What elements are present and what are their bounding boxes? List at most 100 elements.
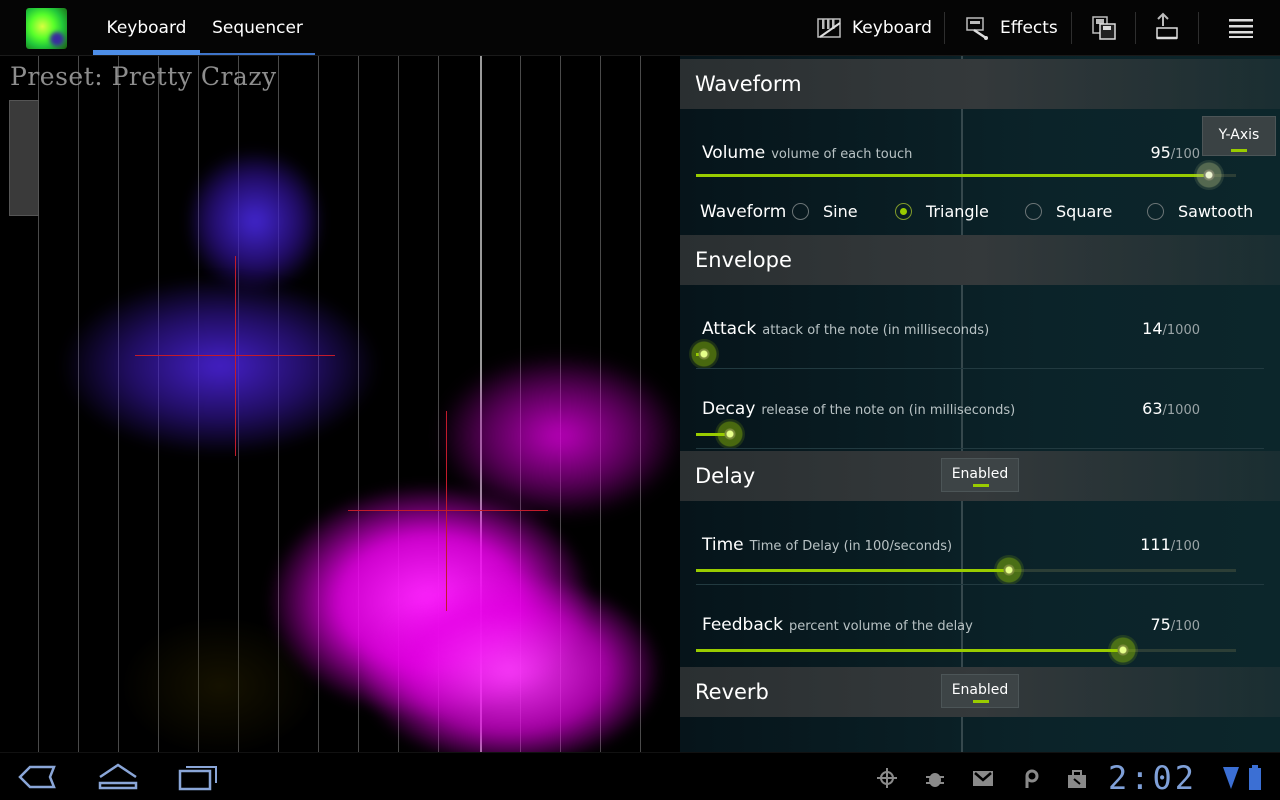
wifi-signal-icon — [1223, 767, 1239, 789]
clock[interactable]: 2:02 — [1108, 759, 1197, 797]
radio-label: Triangle — [926, 202, 989, 221]
effects-action-button[interactable]: Effects — [964, 0, 1058, 56]
volume-value: 95/100 — [1150, 143, 1200, 162]
delay-feedback-row: Feedback percent volume of the delay 75/1… — [680, 585, 1280, 665]
section-title: Envelope — [695, 248, 792, 272]
effects-action-label: Effects — [1000, 18, 1058, 38]
section-reverb-header: Reverb Enabled — [680, 667, 1280, 717]
section-title: Reverb — [695, 680, 769, 704]
overflow-menu-icon[interactable] — [1228, 16, 1254, 40]
radio-label: Square — [1056, 202, 1113, 221]
radio-label: Sine — [823, 202, 858, 221]
time-description: Time of Delay (in 100/seconds) — [749, 539, 953, 554]
radio-sine[interactable]: Sine — [792, 202, 858, 221]
decay-slider[interactable] — [696, 419, 1236, 449]
waveform-selector: Waveform Sine Triangle Square Sawtooth — [680, 196, 1280, 236]
touch-crosshair — [348, 510, 548, 511]
radio-sawtooth[interactable]: Sawtooth — [1147, 202, 1253, 221]
radio-selected-icon — [895, 203, 912, 220]
volume-row: Volume volume of each touch 95/100 — [680, 113, 1280, 193]
app-logo-icon[interactable] — [26, 8, 67, 49]
divider — [1071, 12, 1072, 44]
home-icon[interactable] — [96, 761, 140, 793]
section-title: Delay — [695, 464, 756, 488]
attack-description: attack of the note (in milliseconds) — [762, 323, 990, 338]
action-bar: Keyboard Sequencer Keyboard Effects — [0, 0, 1280, 56]
volume-slider[interactable] — [696, 160, 1236, 190]
reverb-enabled-toggle[interactable]: Enabled — [941, 674, 1019, 708]
section-delay-header: Delay Enabled — [680, 451, 1280, 501]
time-slider[interactable] — [696, 555, 1236, 585]
debug-icon — [926, 773, 944, 787]
section-waveform-header: Waveform — [680, 59, 1280, 109]
slider-thumb[interactable] — [994, 555, 1025, 585]
gmail-icon — [973, 771, 993, 786]
slider-thumb[interactable] — [688, 339, 719, 369]
slider-fill — [696, 569, 1010, 572]
attack-value: 14/1000 — [1142, 319, 1200, 338]
back-icon[interactable] — [16, 761, 60, 793]
feedback-slider[interactable] — [696, 635, 1236, 665]
feedback-value: 75/100 — [1150, 615, 1200, 634]
attack-slider[interactable] — [688, 339, 1236, 369]
effects-icon — [966, 17, 988, 40]
preset-name: Preset: Pretty Crazy — [10, 62, 277, 91]
tab-keyboard[interactable]: Keyboard — [93, 0, 200, 56]
divider — [1198, 12, 1199, 44]
radio-square[interactable]: Square — [1025, 202, 1112, 221]
settings-panel: Waveform Y-Axis Volume volume of each tou… — [680, 56, 1280, 752]
delay-enabled-toggle[interactable]: Enabled — [941, 458, 1019, 492]
decay-label: Decay release of the note on (in millisec… — [702, 399, 1016, 419]
selected-tab-indicator — [93, 50, 200, 55]
keyboard-action-label: Keyboard — [852, 18, 932, 38]
touch-trail-blob — [120, 616, 320, 752]
save-preset-icon[interactable] — [1090, 14, 1118, 42]
volume-label: Volume volume of each touch — [702, 143, 913, 163]
recent-apps-icon[interactable] — [176, 761, 220, 793]
feedback-description: percent volume of the delay — [788, 619, 973, 634]
system-bar: 2:02 — [0, 752, 1280, 800]
divider — [944, 12, 945, 44]
market-icon — [1068, 770, 1086, 788]
radio-icon — [1025, 203, 1042, 220]
keyboard-visualizer[interactable]: Preset: Pretty Crazy — [0, 56, 680, 752]
upload-preset-icon[interactable] — [1153, 12, 1181, 42]
divider — [696, 448, 1264, 449]
feedback-label: Feedback percent volume of the delay — [702, 615, 973, 635]
piano-keys-icon — [817, 18, 841, 38]
waveform-label: Waveform — [700, 202, 787, 222]
delay-time-row: Time Time of Delay (in 100/seconds) 111/1… — [680, 505, 1280, 585]
volume-description: volume of each touch — [771, 147, 913, 162]
keyboard-action-button[interactable]: Keyboard — [816, 0, 932, 56]
time-label: Time Time of Delay (in 100/seconds) — [702, 535, 953, 555]
tab-sequencer[interactable]: Sequencer — [200, 0, 315, 56]
preset-scroll-handle[interactable] — [9, 100, 39, 216]
battery-icon — [1249, 765, 1261, 790]
touch-trail-blob — [360, 576, 660, 752]
time-value: 111/100 — [1140, 535, 1200, 554]
radio-triangle[interactable]: Triangle — [895, 202, 989, 221]
radio-label: Sawtooth — [1178, 202, 1254, 221]
gps-icon — [877, 768, 897, 788]
decay-value: 63/1000 — [1142, 399, 1200, 418]
slider-fill — [696, 174, 1209, 177]
decay-row: Decay release of the note on (in millisec… — [680, 369, 1280, 449]
slider-thumb[interactable] — [1107, 635, 1138, 665]
slider-thumb[interactable] — [1194, 160, 1224, 190]
section-title: Waveform — [695, 72, 802, 96]
ime-icon — [1025, 769, 1039, 788]
radio-icon — [792, 203, 809, 220]
touch-crosshair — [446, 411, 447, 611]
decay-description: release of the note on (in milliseconds) — [761, 403, 1016, 418]
touch-trail-blob — [190, 146, 320, 296]
slider-fill — [696, 649, 1123, 652]
divider — [1135, 12, 1136, 44]
radio-icon — [1147, 203, 1164, 220]
touch-crosshair — [235, 256, 236, 456]
app-root: Keyboard Sequencer Keyboard Effects Pres… — [0, 0, 1280, 800]
attack-label: Attack attack of the note (in millisecond… — [702, 319, 990, 339]
attack-row: Attack attack of the note (in millisecond… — [680, 289, 1280, 369]
touch-trail-blob — [60, 276, 380, 456]
section-envelope-header: Envelope — [680, 235, 1280, 285]
slider-thumb[interactable] — [715, 419, 746, 449]
